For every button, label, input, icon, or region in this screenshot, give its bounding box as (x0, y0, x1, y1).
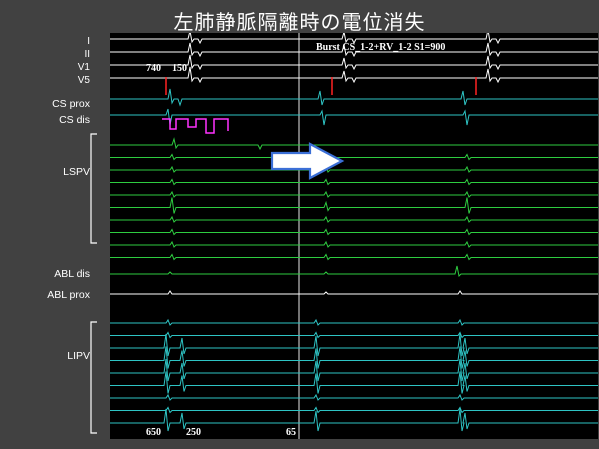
lspv-trace (110, 215, 598, 223)
interval-65: 65 (286, 427, 296, 438)
lipv-bracket (90, 321, 97, 434)
lipv-trace (110, 408, 598, 432)
cs-dis-artifact (162, 118, 229, 134)
lspv-trace (110, 190, 598, 198)
lipv-trace (110, 333, 598, 357)
lspv-trace (110, 197, 598, 214)
lipv-trace (110, 318, 598, 326)
lspv-trace (110, 137, 598, 151)
lipv-channels (110, 318, 598, 432)
cs-channels (110, 88, 598, 134)
lspv-trace (110, 240, 598, 248)
intracardiac-tracings: 740 150 Burst CS_1-2+RV_1-2 S1=900 650 2… (110, 29, 598, 439)
stim-markers (165, 77, 477, 95)
tracing-panel: 740 150 Burst CS_1-2+RV_1-2 S1=900 650 2… (110, 29, 598, 439)
interval-250: 250 (186, 427, 201, 438)
interval-740: 740 (146, 63, 161, 74)
interval-150: 150 (172, 63, 187, 74)
abl-prox-trace (110, 290, 598, 295)
lspv-trace (110, 228, 598, 236)
pacing-protocol: Burst CS_1-2+RV_1-2 S1=900 (316, 42, 445, 53)
lipv-trace (110, 393, 598, 401)
abl-channels (110, 265, 598, 295)
abl-dis-trace (110, 265, 598, 278)
lipv-trace (110, 331, 598, 339)
lspv-trace (110, 178, 598, 186)
right-arrow-icon (270, 142, 345, 180)
lspv-trace (110, 253, 598, 261)
ecg-leads (110, 29, 598, 84)
lspv-trace (110, 165, 598, 173)
lipv-trace (110, 406, 598, 414)
lspv-channels (110, 137, 598, 261)
cs-dis-trace (110, 108, 598, 126)
interval-650: 650 (146, 427, 161, 438)
cs-prox-trace (110, 88, 598, 107)
lspv-trace (110, 153, 598, 161)
